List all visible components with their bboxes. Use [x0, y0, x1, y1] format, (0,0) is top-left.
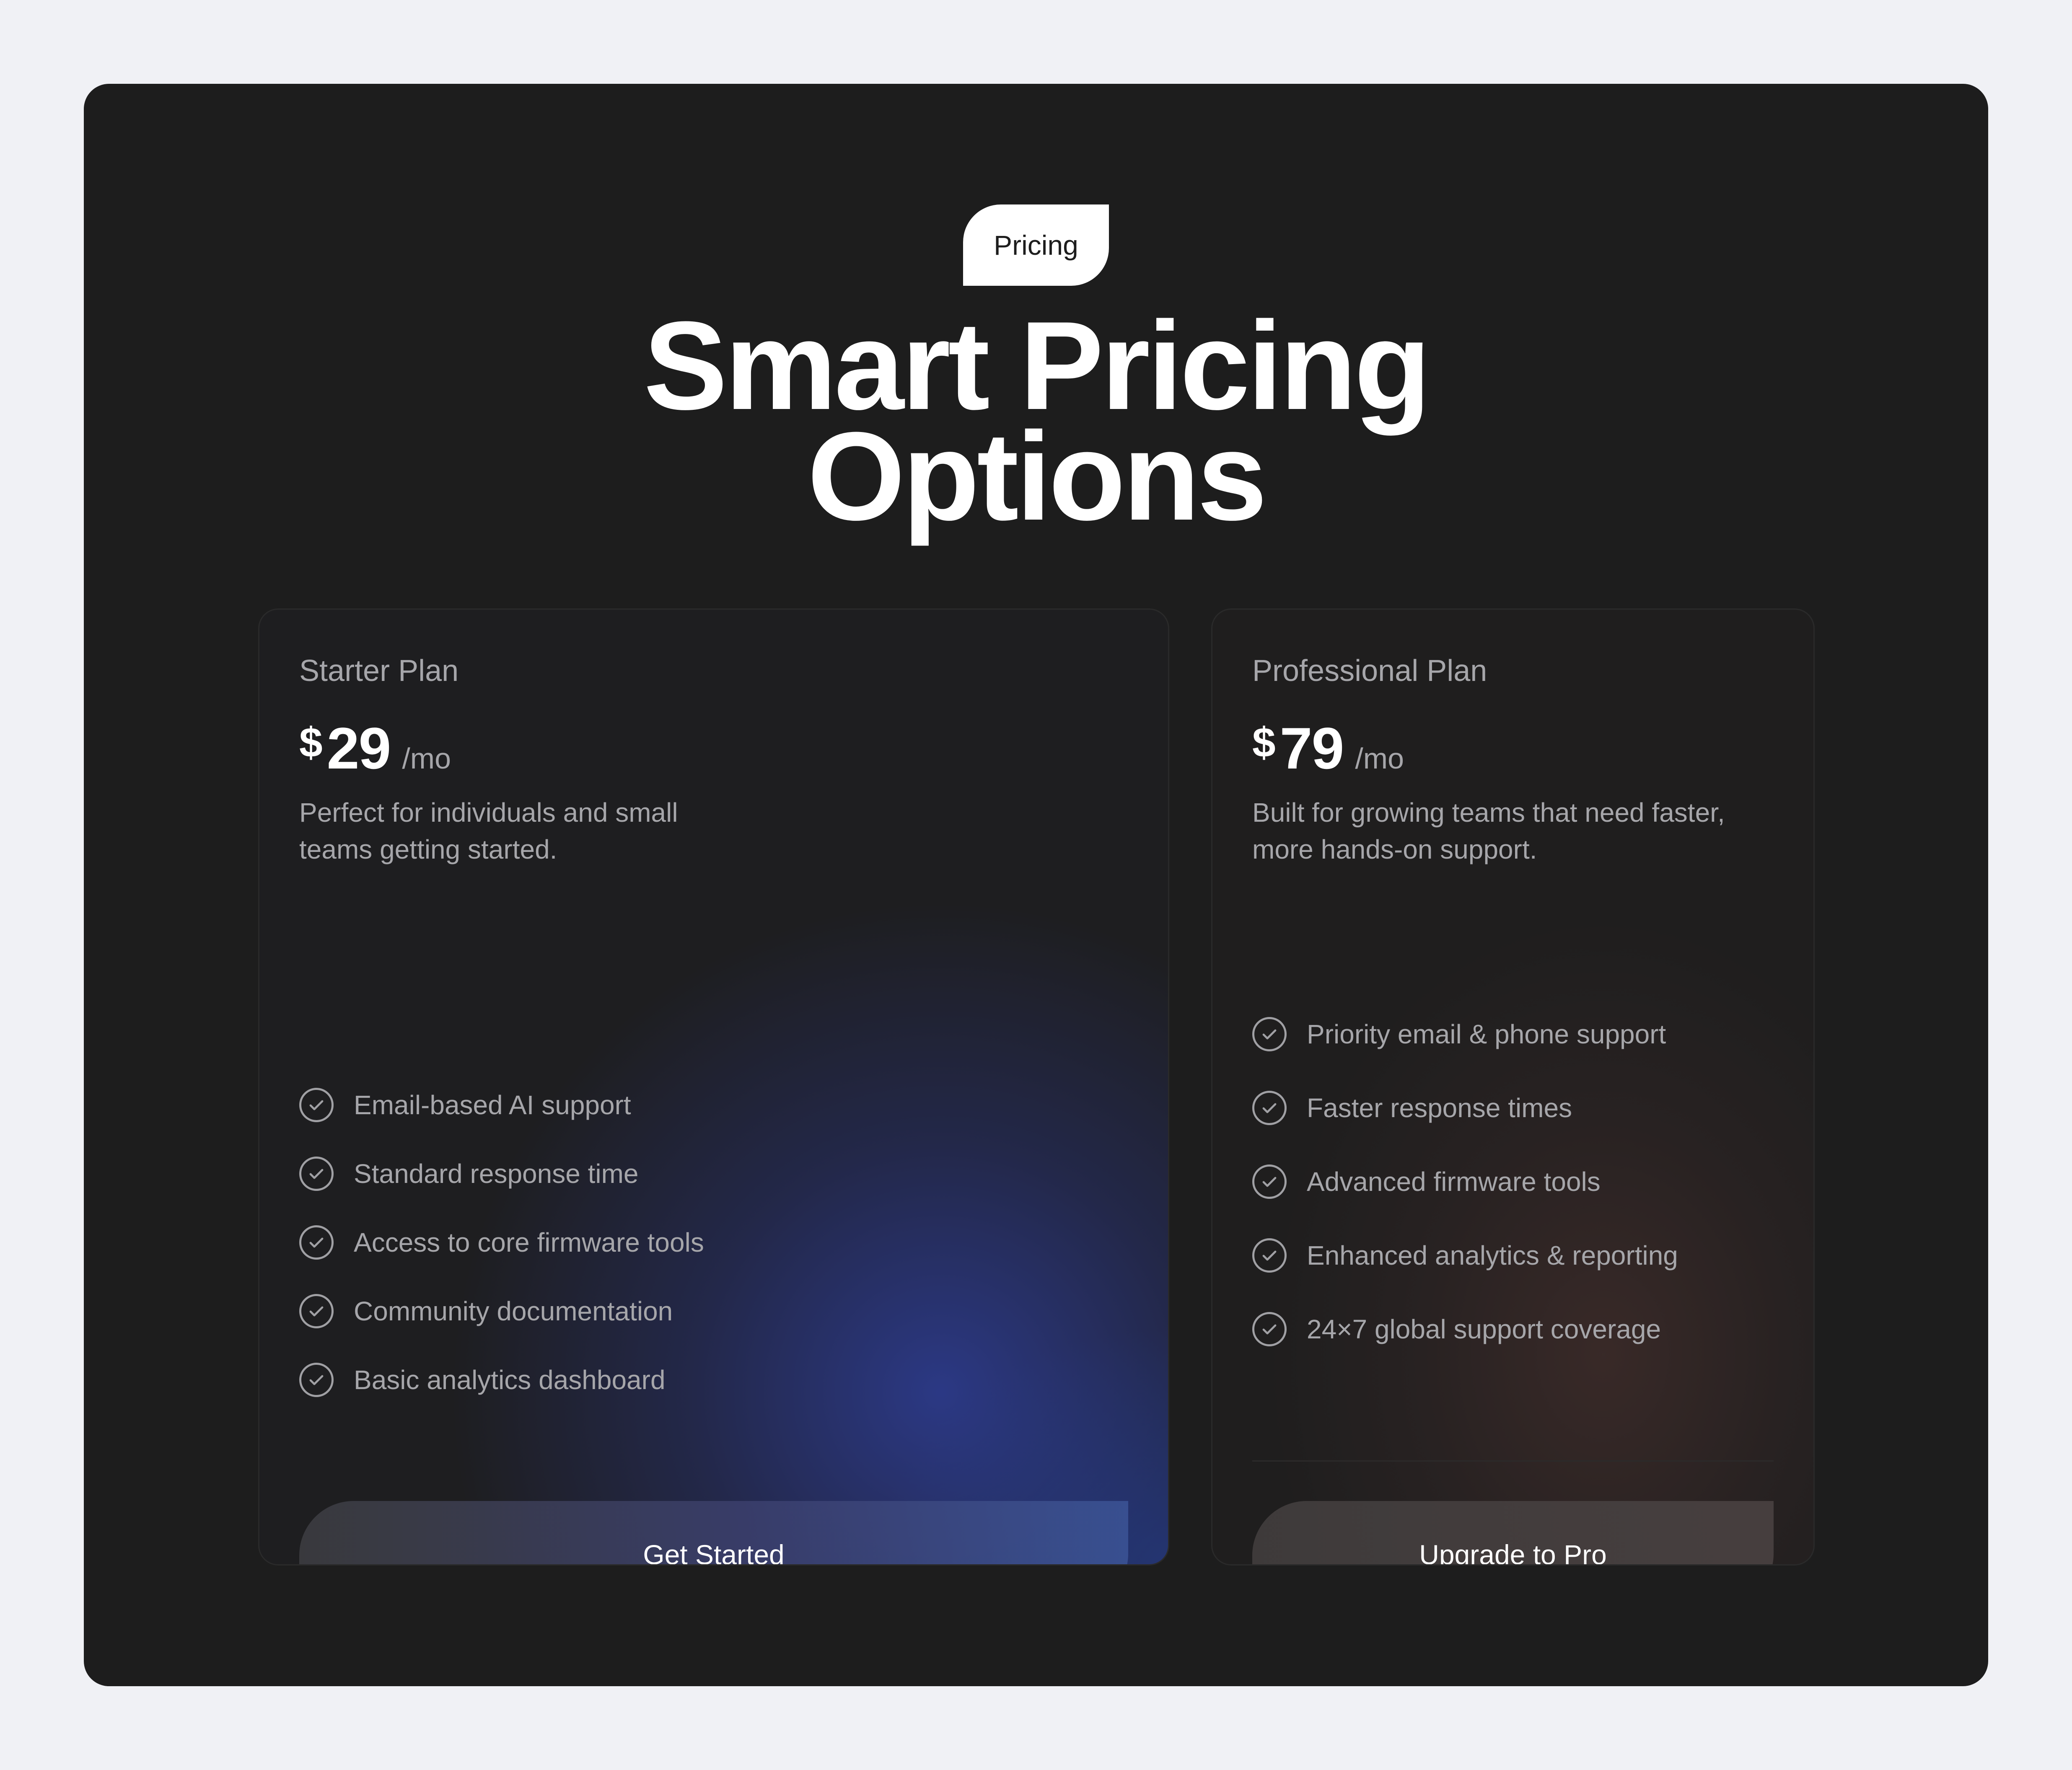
check-circle-icon — [299, 1088, 334, 1122]
check-circle-icon — [299, 1363, 334, 1397]
plan-name: Professional Plan — [1252, 654, 1487, 688]
feature-label: Standard response time — [354, 1159, 639, 1189]
price-period: /mo — [402, 742, 451, 775]
plan-description: Perfect for individuals and small teams … — [299, 794, 678, 868]
feature-label: Access to core firmware tools — [354, 1227, 704, 1258]
feature-item: Community documentation — [299, 1277, 704, 1346]
check-circle-icon — [1252, 1238, 1287, 1273]
plan-card-professional: Professional Plan $ 79 /mo Built for gro… — [1211, 608, 1815, 1566]
plan-name: Starter Plan — [299, 654, 459, 688]
plan-description-line: Perfect for individuals and small — [299, 797, 678, 828]
feature-item: Advanced firmware tools — [1252, 1145, 1678, 1219]
feature-label: Priority email & phone support — [1307, 1019, 1666, 1049]
plan-card-starter: Starter Plan $ 29 /mo Perfect for indivi… — [258, 608, 1169, 1566]
feature-label: Community documentation — [354, 1296, 673, 1326]
feature-item: Enhanced analytics & reporting — [1252, 1219, 1678, 1292]
card-divider — [1252, 1460, 1774, 1462]
price-currency: $ — [299, 719, 323, 766]
check-circle-icon — [1252, 1017, 1287, 1051]
price-amount: 79 — [1279, 715, 1344, 781]
feature-item: Priority email & phone support — [1252, 997, 1678, 1071]
upgrade-to-pro-button[interactable]: Upgrade to Pro — [1252, 1501, 1774, 1564]
check-circle-icon — [299, 1294, 334, 1328]
feature-item: Standard response time — [299, 1139, 704, 1208]
plan-description-line: more hands-on support. — [1252, 834, 1537, 864]
page-title-line-2: Options — [807, 406, 1267, 546]
page-title: Smart Pricing Options — [84, 295, 1988, 546]
feature-label: Email-based AI support — [354, 1090, 631, 1120]
page-title-line-1: Smart Pricing — [643, 295, 1431, 436]
feature-list: Priority email & phone support Faster re… — [1252, 997, 1678, 1366]
price-period: /mo — [1355, 742, 1404, 775]
price-currency: $ — [1252, 719, 1276, 766]
feature-item: Faster response times — [1252, 1071, 1678, 1145]
check-circle-icon — [299, 1157, 334, 1191]
feature-item: Email-based AI support — [299, 1071, 704, 1139]
pricing-section: Pricing Smart Pricing Options Starter Pl… — [84, 84, 1988, 1686]
plan-description-line: teams getting started. — [299, 834, 557, 864]
feature-label: 24×7 global support coverage — [1307, 1314, 1661, 1344]
feature-item: Basic analytics dashboard — [299, 1346, 704, 1414]
feature-label: Basic analytics dashboard — [354, 1365, 666, 1395]
plan-card-content: Professional Plan $ 79 /mo Built for gro… — [1252, 610, 1774, 1564]
plan-price: $ 79 /mo — [1252, 714, 1404, 782]
check-circle-icon — [299, 1225, 334, 1260]
feature-label: Advanced firmware tools — [1307, 1167, 1601, 1197]
plan-card-content: Starter Plan $ 29 /mo Perfect for indivi… — [299, 610, 1128, 1564]
check-circle-icon — [1252, 1091, 1287, 1125]
feature-label: Faster response times — [1307, 1093, 1572, 1123]
pricing-badge: Pricing — [963, 204, 1109, 286]
plan-description: Built for growing teams that need faster… — [1252, 794, 1725, 868]
check-circle-icon — [1252, 1312, 1287, 1346]
check-circle-icon — [1252, 1164, 1287, 1199]
feature-item: 24×7 global support coverage — [1252, 1292, 1678, 1366]
plan-description-line: Built for growing teams that need faster… — [1252, 797, 1725, 828]
price-amount: 29 — [326, 715, 391, 781]
feature-label: Enhanced analytics & reporting — [1307, 1240, 1678, 1271]
feature-item: Access to core firmware tools — [299, 1208, 704, 1277]
plan-price: $ 29 /mo — [299, 714, 451, 782]
get-started-button[interactable]: Get Started — [299, 1501, 1128, 1564]
feature-list: Email-based AI support Standard response… — [299, 1071, 704, 1414]
